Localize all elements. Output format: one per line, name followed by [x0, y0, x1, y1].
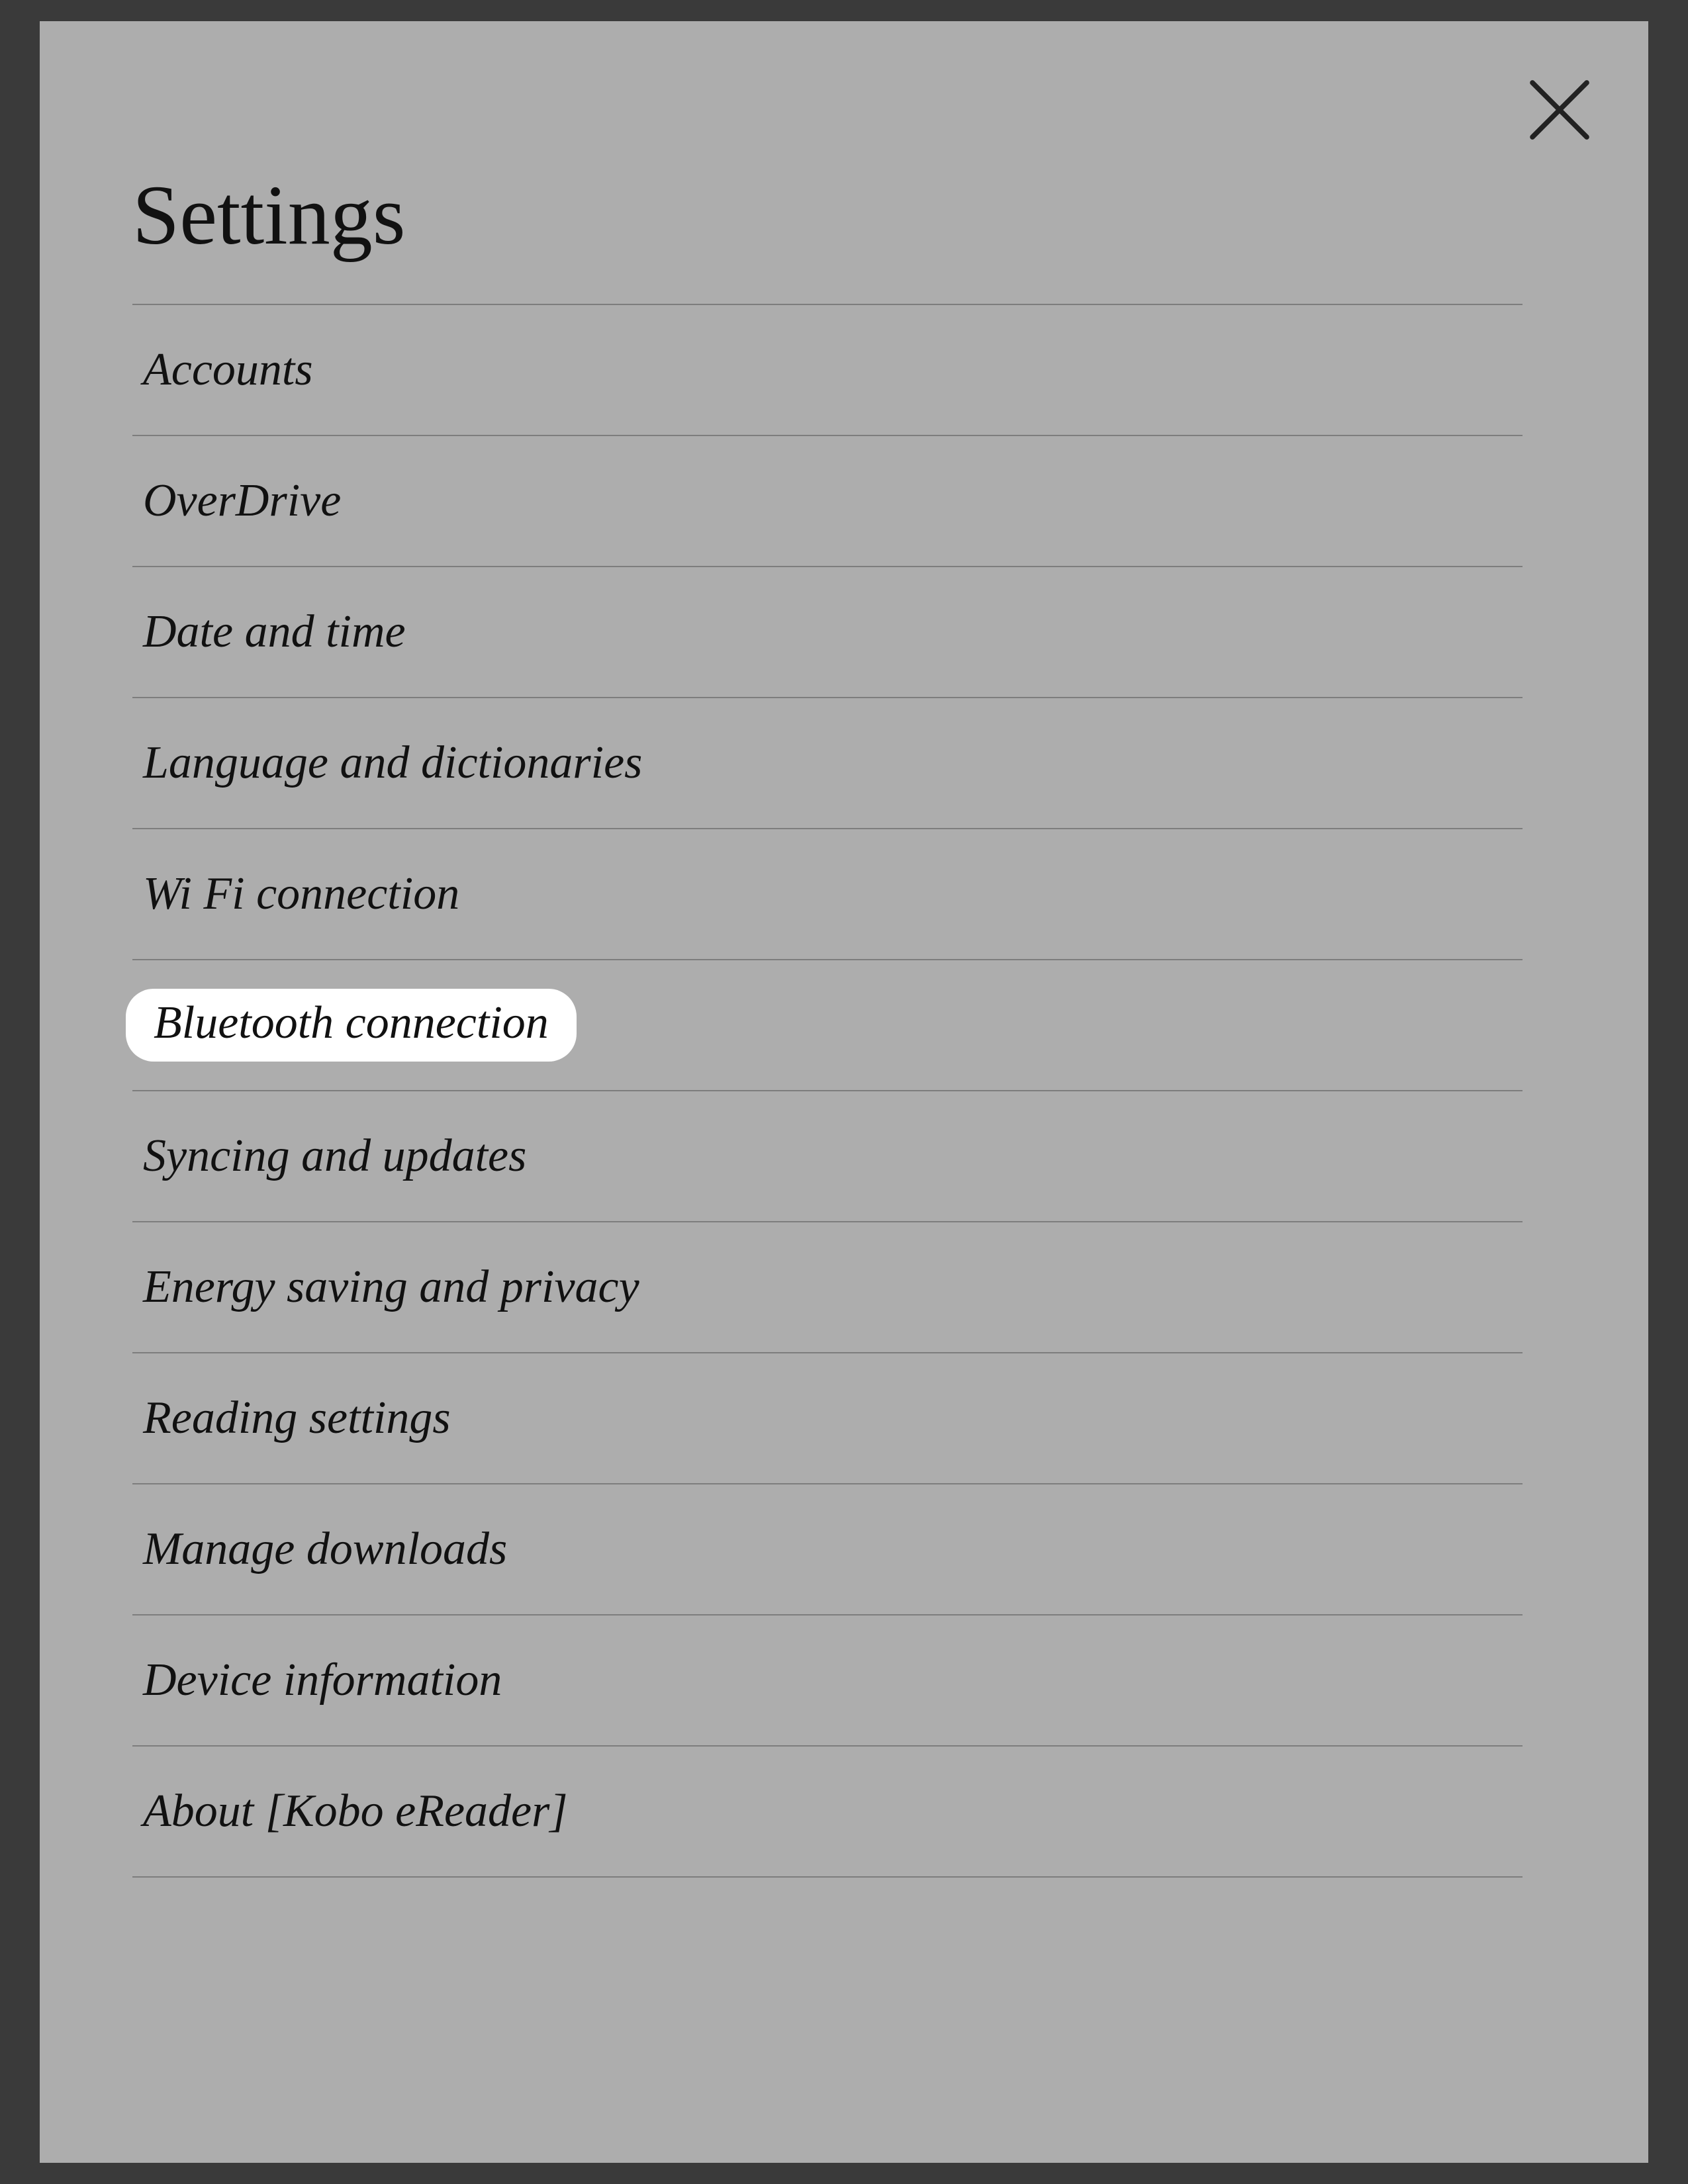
- settings-item-label: Accounts: [143, 343, 313, 396]
- settings-item-label: Device information: [143, 1654, 502, 1707]
- page-title: Settings: [132, 167, 1523, 264]
- settings-item-label: OverDrive: [143, 475, 341, 527]
- close-icon: [1524, 74, 1595, 146]
- settings-item-label: Syncing and updates: [143, 1130, 526, 1183]
- settings-list: Accounts OverDrive Date and time Languag…: [132, 304, 1523, 1878]
- settings-item-about[interactable]: About [Kobo eReader]: [132, 1747, 1523, 1878]
- close-button[interactable]: [1524, 74, 1595, 146]
- settings-item-wifi[interactable]: Wi Fi connection: [132, 829, 1523, 960]
- settings-item-device-information[interactable]: Device information: [132, 1615, 1523, 1747]
- settings-content: Settings Accounts OverDrive Date and tim…: [132, 167, 1523, 1878]
- settings-panel: Settings Accounts OverDrive Date and tim…: [40, 21, 1648, 2163]
- settings-item-date-time[interactable]: Date and time: [132, 567, 1523, 698]
- highlight-pill: Bluetooth connection: [126, 989, 577, 1062]
- settings-item-language[interactable]: Language and dictionaries: [132, 698, 1523, 829]
- settings-item-reading-settings[interactable]: Reading settings: [132, 1353, 1523, 1484]
- settings-item-energy-privacy[interactable]: Energy saving and privacy: [132, 1222, 1523, 1353]
- settings-item-label: Manage downloads: [143, 1523, 507, 1576]
- settings-item-label: Wi Fi connection: [143, 868, 459, 921]
- settings-item-label: Language and dictionaries: [143, 737, 642, 790]
- settings-item-label: Date and time: [143, 606, 406, 659]
- settings-item-label: Energy saving and privacy: [143, 1261, 639, 1314]
- settings-item-label: Reading settings: [143, 1392, 451, 1445]
- settings-item-syncing[interactable]: Syncing and updates: [132, 1091, 1523, 1222]
- settings-item-manage-downloads[interactable]: Manage downloads: [132, 1484, 1523, 1615]
- settings-item-label: Bluetooth connection: [154, 997, 549, 1048]
- settings-item-accounts[interactable]: Accounts: [132, 305, 1523, 436]
- settings-item-bluetooth[interactable]: Bluetooth connection: [132, 960, 1523, 1091]
- settings-item-overdrive[interactable]: OverDrive: [132, 436, 1523, 567]
- settings-item-label: About [Kobo eReader]: [143, 1785, 568, 1838]
